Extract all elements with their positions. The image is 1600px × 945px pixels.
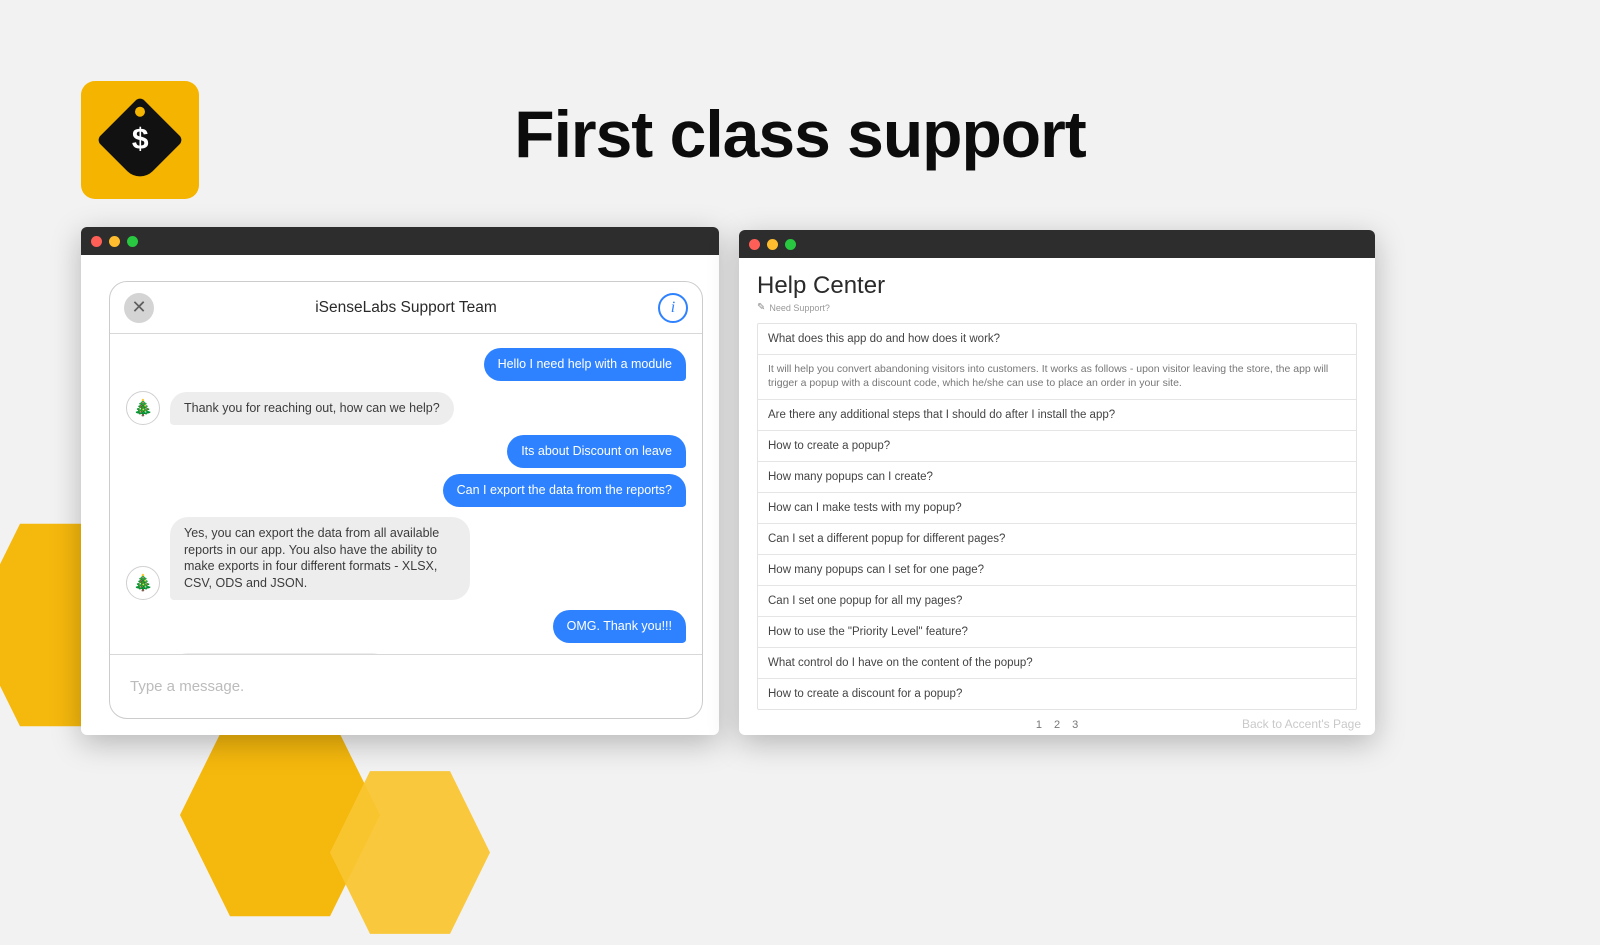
chat-input-area [110,654,702,718]
close-traffic-light-icon[interactable] [749,239,760,250]
help-center-subtitle[interactable]: ✎ Need Support? [757,302,1357,313]
faq-answer: It will help you convert abandoning visi… [758,355,1356,400]
faq-question[interactable]: How many popups can I create? [758,462,1356,493]
chat-body: Hello I need help with a module 🎄 Thank … [110,334,702,654]
need-support-link[interactable]: Need Support? [769,303,830,313]
page-link[interactable]: 2 [1054,719,1060,731]
faq-question[interactable]: Can I set a different popup for differen… [758,524,1356,555]
page-link[interactable]: 3 [1072,719,1078,731]
back-link[interactable]: Back to Accent's Page [1242,717,1361,731]
chat-header: ✕ iSenseLabs Support Team i [110,282,702,334]
chat-message-sent: Can I export the data from the reports? [126,474,686,507]
help-center-title: Help Center [757,272,1357,300]
close-traffic-light-icon[interactable] [91,236,102,247]
chat-window: ✕ iSenseLabs Support Team i Hello I need… [81,227,719,735]
support-avatar-icon: 🎄 [126,391,160,425]
zoom-traffic-light-icon[interactable] [785,239,796,250]
chat-bubble: OMG. Thank you!!! [553,610,686,643]
chat-bubble: Yes, you can export the data from all av… [170,517,470,601]
chat-input[interactable] [130,678,682,695]
help-center-content: Help Center ✎ Need Support? What does th… [739,258,1375,735]
chat-title: iSenseLabs Support Team [110,299,702,317]
zoom-traffic-light-icon[interactable] [127,236,138,247]
chat-shell: ✕ iSenseLabs Support Team i Hello I need… [109,281,703,719]
faq-list: What does this app do and how does it wo… [757,323,1357,710]
chat-message-received: 🎄 Thank you for reaching out, how can we… [126,391,686,425]
window-titlebar [739,230,1375,258]
faq-question[interactable]: What control do I have on the content of… [758,648,1356,679]
faq-question[interactable]: How to create a discount for a popup? [758,679,1356,709]
page-title: First class support [0,96,1600,172]
chat-message-received: 🎄 Yes, you can export the data from all … [126,517,686,601]
faq-question[interactable]: What does this app do and how does it wo… [758,324,1356,355]
page-link[interactable]: 1 [1036,719,1042,731]
faq-question[interactable]: How to create a popup? [758,431,1356,462]
support-avatar-icon: 🎄 [126,566,160,600]
window-titlebar [81,227,719,255]
chat-message-sent: Its about Discount on leave [126,435,686,468]
chat-message-sent: Hello I need help with a module [126,348,686,381]
chat-bubble: Its about Discount on leave [507,435,686,468]
help-center-window: Help Center ✎ Need Support? What does th… [739,230,1375,735]
chat-bubble: Can I export the data from the reports? [443,474,686,507]
faq-question[interactable]: How to use the "Priority Level" feature? [758,617,1356,648]
faq-question[interactable]: Can I set one popup for all my pages? [758,586,1356,617]
faq-question[interactable]: How many popups can I set for one page? [758,555,1356,586]
chat-message-sent: OMG. Thank you!!! [126,610,686,643]
faq-question[interactable]: Are there any additional steps that I sh… [758,400,1356,431]
minimize-traffic-light-icon[interactable] [767,239,778,250]
faq-question[interactable]: How can I make tests with my popup? [758,493,1356,524]
minimize-traffic-light-icon[interactable] [109,236,120,247]
chat-bubble: Hello I need help with a module [484,348,686,381]
pencil-icon: ✎ [757,302,765,313]
chat-bubble: Thank you for reaching out, how can we h… [170,392,454,425]
